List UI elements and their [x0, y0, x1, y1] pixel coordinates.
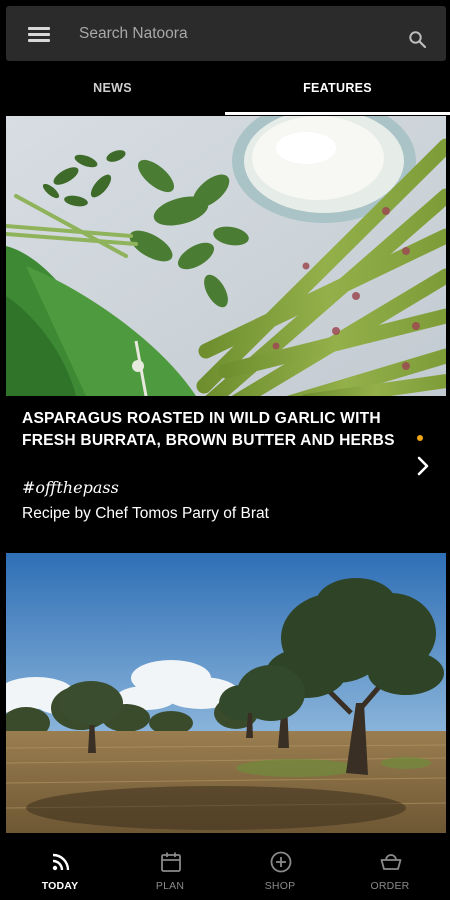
nav-order-label: ORDER [370, 880, 410, 892]
chevron-right-icon[interactable] [414, 455, 432, 477]
nav-plan-label: PLAN [155, 880, 185, 892]
search-icon[interactable] [408, 30, 428, 50]
feature-card[interactable]: ASPARAGUS ROASTED IN WILD GARLIC WITH FR… [6, 116, 446, 538]
feed-icon [52, 853, 70, 871]
feature-title: ASPARAGUS ROASTED IN WILD GARLIC WITH FR… [22, 410, 395, 449]
search-input[interactable] [79, 18, 389, 50]
nav-shop[interactable]: SHOP [225, 834, 335, 900]
tab-bar: NEWS FEATURES [0, 62, 450, 115]
active-tab-indicator [225, 112, 450, 115]
feature-subtitle: Recipe by Chef Tomos Parry of Brat [22, 505, 269, 522]
plus-circle-icon [270, 851, 292, 873]
nav-order[interactable]: ORDER [335, 834, 445, 900]
unread-dot [417, 435, 423, 441]
bottom-navigation: TODAY PLAN SHOP ORDER [0, 834, 450, 900]
olive-trees-field-photo [6, 553, 446, 833]
nav-plan[interactable]: PLAN [115, 834, 225, 900]
feature-hashtag: #offthepass [22, 478, 119, 497]
tab-news[interactable]: NEWS [0, 62, 225, 114]
calendar-icon [161, 852, 181, 872]
feature-card-2[interactable] [6, 553, 446, 833]
search-bar [6, 6, 446, 61]
nav-today[interactable]: TODAY [5, 834, 115, 900]
hamburger-menu-icon[interactable] [28, 25, 52, 43]
nav-today-label: TODAY [41, 880, 79, 892]
basket-icon [380, 854, 402, 870]
tab-features[interactable]: FEATURES [225, 62, 450, 114]
asparagus-burrata-herbs-photo [6, 116, 446, 396]
nav-shop-label: SHOP [264, 880, 296, 892]
